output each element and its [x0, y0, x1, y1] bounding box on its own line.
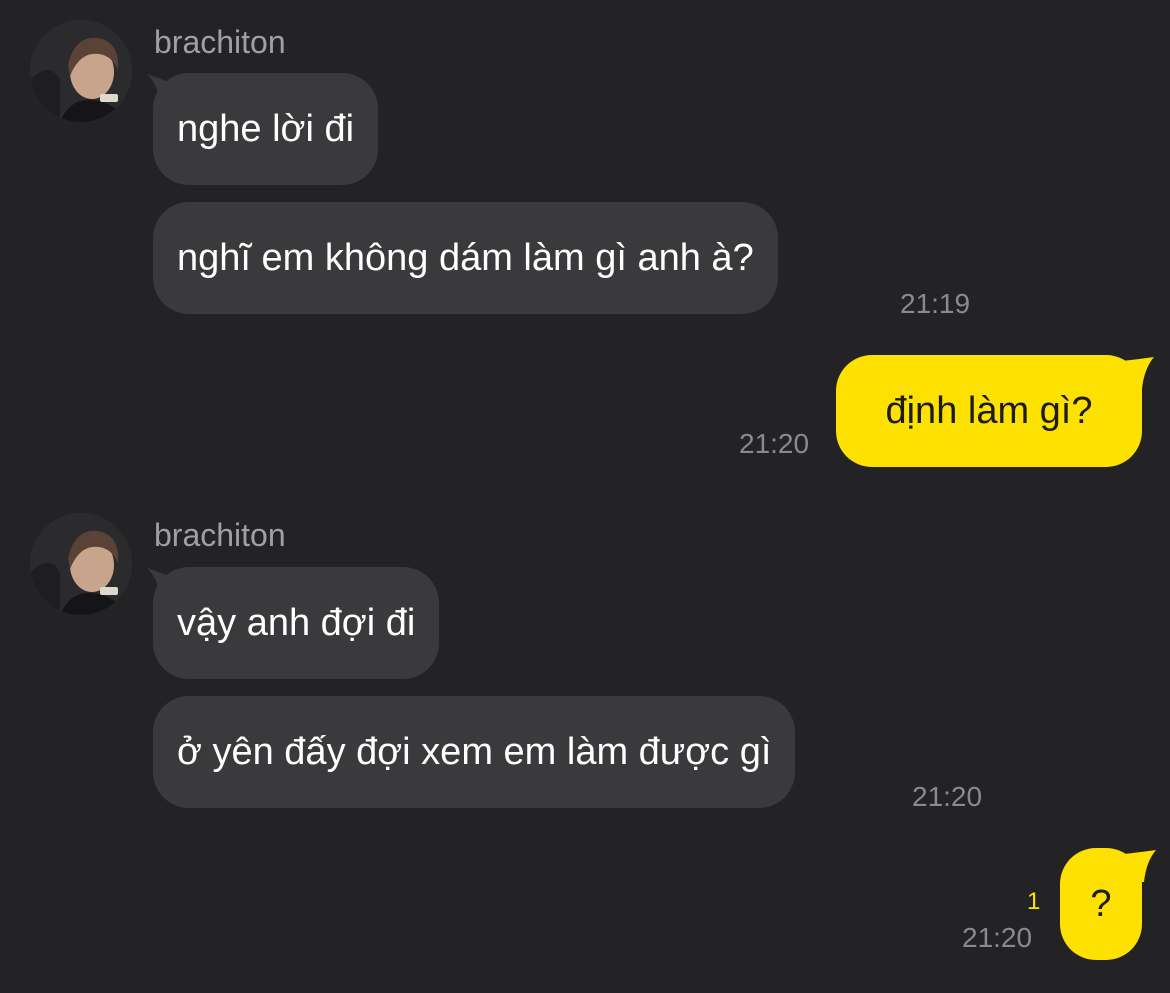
message-text: nghe lời đi — [177, 108, 355, 150]
bubble-tail — [1124, 850, 1156, 882]
message-time: 21:20 — [962, 922, 1033, 953]
message-bubble[interactable]: nghĩ em không dám làm gì anh à? — [153, 202, 778, 314]
message-bubble[interactable]: nghe lời đi — [153, 73, 379, 185]
message-text: ? — [1090, 883, 1112, 925]
unread-count: 1 — [1027, 888, 1041, 915]
message-bubble[interactable]: ở yên đấy đợi xem em làm được gì — [153, 696, 796, 808]
message-bubble[interactable]: định làm gì? — [836, 355, 1142, 467]
profile-photo-icon — [30, 20, 132, 122]
avatar[interactable] — [30, 20, 132, 122]
sender-name: brachiton — [154, 517, 286, 553]
message-time: 21:20 — [739, 428, 810, 459]
sender-name: brachiton — [154, 24, 286, 60]
message-text: vậy anh đợi đi — [177, 602, 416, 644]
message-time: 21:19 — [900, 288, 971, 319]
message-time: 21:20 — [912, 781, 983, 812]
profile-photo-icon — [30, 513, 132, 615]
avatar[interactable] — [30, 513, 132, 615]
message-bubble[interactable]: vậy anh đợi đi — [153, 567, 440, 679]
bubble-tail — [1122, 357, 1154, 389]
message-text: nghĩ em không dám làm gì anh à? — [177, 237, 754, 279]
message-text: ở yên đấy đợi xem em làm được gì — [177, 731, 772, 773]
message-text: định làm gì? — [885, 390, 1093, 432]
